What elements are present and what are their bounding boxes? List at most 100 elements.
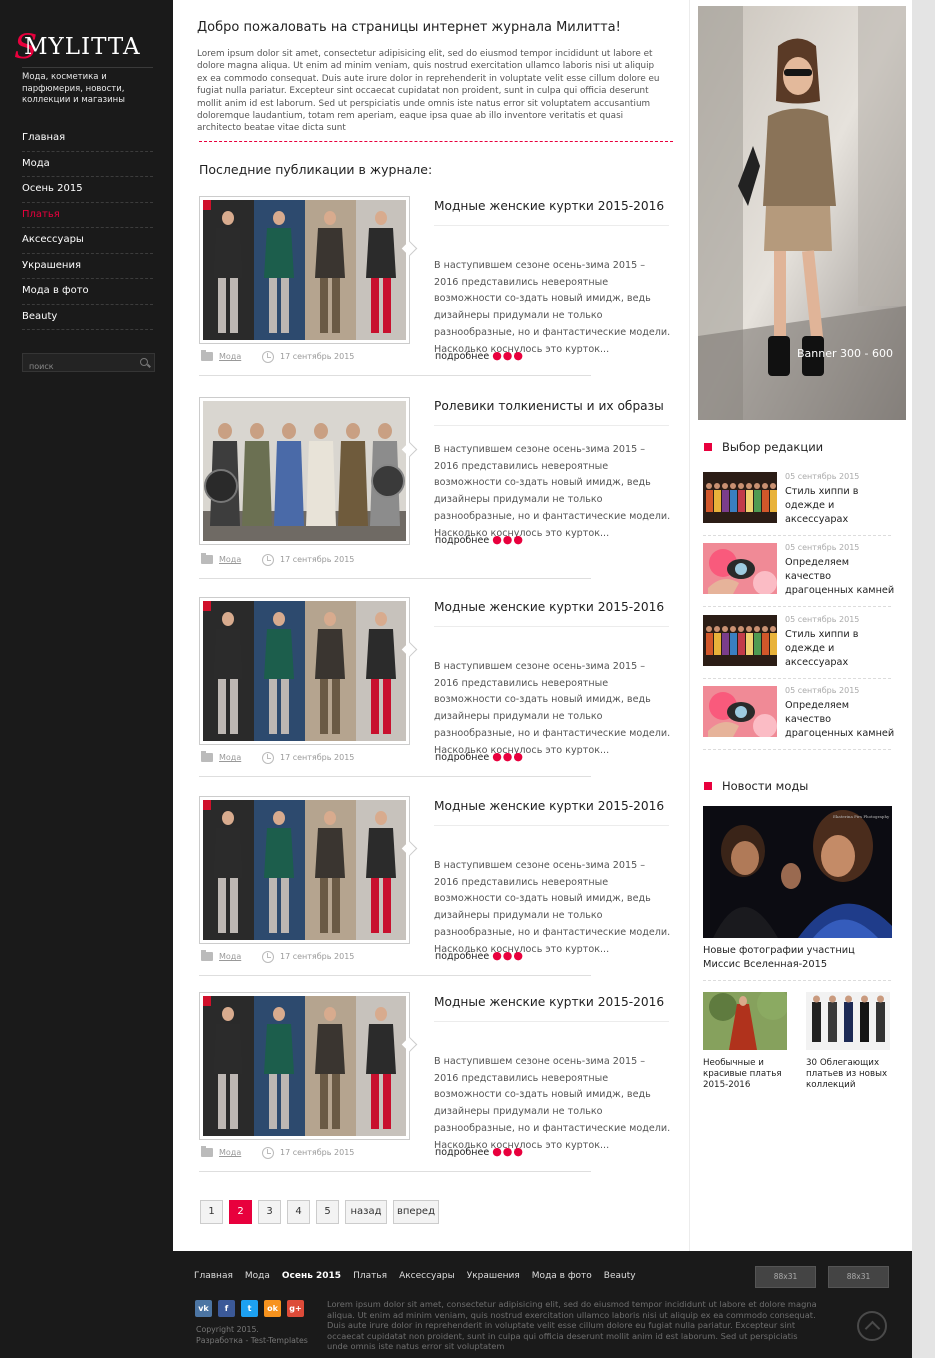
post-category-link[interactable]: Мода [219,1148,241,1157]
footer-link-autumn-2015[interactable]: Осень 2015 [282,1271,341,1281]
fashion-news-small-item[interactable]: 30 Облегающих платьев из новых коллекций [806,992,890,1091]
fashion-news-main-title[interactable]: Новые фотографии участниц Миссис Вселенн… [703,944,892,971]
divider [703,980,891,981]
post-card: Модные женские куртки 2015-2016 В наступ… [199,196,670,376]
post-category-link[interactable]: Мода [219,555,241,564]
post-date: 17 сентябрь 2015 [280,952,355,961]
editors-pick-item[interactable]: 05 сентябрь 2015 Стиль хиппи в одежде и … [703,615,891,679]
post-category-link[interactable]: Мода [219,952,241,961]
read-more-link[interactable]: подробнее ●●● [435,533,524,546]
post-excerpt: В наступившем сезоне осень-зима 2015 – 2… [434,1056,671,1151]
logo-divider [22,67,153,68]
clock-icon [262,1147,274,1159]
copyright: Copyright 2015. Разработка - Test-Templa… [196,1325,308,1346]
post-excerpt: В наступившем сезоне осень-зима 2015 – 2… [434,860,671,955]
developer-credit[interactable]: Разработка - Test-Templates [196,1336,308,1347]
logo[interactable]: S MYLITTA [14,30,159,66]
vk-icon[interactable]: vk [195,1300,212,1317]
counter-badge[interactable]: 88x31 [828,1266,889,1288]
editors-pick-item[interactable]: 05 сентябрь 2015 Определяем качество дра… [703,686,894,750]
page-3-button[interactable]: 3 [258,1200,281,1224]
post-date: 17 сентябрь 2015 [280,1148,355,1157]
post-title[interactable]: Модные женские куртки 2015-2016 [434,597,669,627]
post-thumbnail[interactable] [199,597,410,745]
hippie-crowd-photo [703,472,777,523]
banner-label: Banner 300 - 600 [797,347,893,360]
page-2-button[interactable]: 2 [229,1200,252,1224]
scroll-to-top-icon[interactable] [857,1311,887,1341]
footer-link-home[interactable]: Главная [194,1271,233,1281]
sidebar-item-jewelry[interactable]: Украшения [22,254,153,279]
editors-pick-item[interactable]: 05 сентябрь 2015 Стиль хиппи в одежде и … [703,472,891,536]
pick-title: Определяем качество драгоценных камней [785,700,895,739]
sidebar-item-beauty[interactable]: Beauty [22,305,153,330]
dress-photo [703,992,787,1050]
post-title[interactable]: Ролевики толкиенисты и их образы [434,396,669,426]
counter-badge[interactable]: 88x31 [755,1266,816,1288]
page-5-button[interactable]: 5 [316,1200,339,1224]
sidebar: S MYLITTA Мода, косметика и парфюмерия, … [0,0,173,1358]
post-meta: Мода 17 сентябрь 2015 [199,950,591,976]
post-thumbnail[interactable] [199,796,410,944]
post-meta: Мода 17 сентябрь 2015 [199,350,591,376]
folder-icon [201,350,213,361]
post-category-link[interactable]: Мода [219,352,241,361]
footer-link-fashion[interactable]: Мода [245,1271,270,1281]
post-thumbnail[interactable] [199,196,410,344]
page-4-button[interactable]: 4 [287,1200,310,1224]
divider [199,141,673,142]
page-1-button[interactable]: 1 [200,1200,223,1224]
google-plus-icon[interactable]: g+ [287,1300,304,1317]
post-title[interactable]: Модные женские куртки 2015-2016 [434,796,669,826]
pick-title: Стиль хиппи в одежде и аксессуарах [785,629,859,668]
pick-title: Стиль хиппи в одежде и аксессуарах [785,486,859,525]
sidebar-item-home[interactable]: Главная [22,126,153,152]
post-meta: Мода 17 сентябрь 2015 [199,751,591,777]
sidebar-item-accessories[interactable]: Аксессуары [22,228,153,254]
post-title[interactable]: Модные женские куртки 2015-2016 [434,992,669,1022]
clock-icon [262,752,274,764]
sidebar-item-dresses[interactable]: Платья [22,203,153,228]
footer-link-fashion-photo[interactable]: Мода в фото [532,1271,592,1281]
banner[interactable]: Banner 300 - 600 [698,6,906,420]
hippie-crowd-photo [703,615,777,666]
post-date: 17 сентябрь 2015 [280,352,355,361]
square-bullet-icon [704,782,712,790]
main-content: Добро пожаловать на страницы интернет жу… [173,0,689,1251]
footer-link-beauty[interactable]: Beauty [604,1271,636,1281]
sidebar-item-fashion-photo[interactable]: Мода в фото [22,279,153,305]
pageant-photo: Ekaterina Pirs Photography [703,806,892,938]
editors-pick-item[interactable]: 05 сентябрь 2015 Определяем качество дра… [703,543,894,607]
footer-text: Lorem ipsum dolor sit amet, consectetur … [327,1299,817,1352]
fashion-news-main-image[interactable]: Ekaterina Pirs Photography [703,806,892,938]
footer-link-accessories[interactable]: Аксессуары [399,1271,455,1281]
odnoklassniki-icon[interactable]: ok [264,1300,281,1317]
gem-inspection-photo [703,543,777,594]
pick-date: 05 сентябрь 2015 [785,543,860,552]
fashion-news-small-item[interactable]: Необычные и красивые платья 2015-2016 [703,992,787,1091]
sidebar-item-fashion[interactable]: Мода [22,152,153,177]
folder-icon [201,751,213,762]
pick-title: Определяем качество драгоценных камней [785,557,895,596]
logo-text: MYLITTA [24,34,141,60]
post-title[interactable]: Модные женские куртки 2015-2016 [434,196,669,226]
search-input[interactable] [23,358,133,375]
prev-page-button[interactable]: назад [345,1200,387,1224]
post-card: Модные женские куртки 2015-2016 В наступ… [199,597,671,777]
twitter-icon[interactable]: t [241,1300,258,1317]
next-page-button[interactable]: вперед [393,1200,439,1224]
editors-pick-label: Выбор редакции [722,440,824,454]
post-thumbnail[interactable] [199,992,410,1140]
footer-link-dresses[interactable]: Платья [353,1271,387,1281]
right-sidebar: Banner 300 - 600 Выбор редакции 05 сентя… [689,0,912,1251]
editors-pick-title: Выбор редакции [704,440,823,454]
sidebar-item-autumn-2015[interactable]: Осень 2015 [22,177,153,203]
footer-link-jewelry[interactable]: Украшения [467,1271,520,1281]
post-category-link[interactable]: Мода [219,753,241,762]
runway-photo [203,800,406,940]
post-meta: Мода 17 сентябрь 2015 [199,1146,591,1172]
post-thumbnail[interactable] [199,397,410,545]
facebook-icon[interactable]: f [218,1300,235,1317]
post-excerpt: В наступившем сезоне осень-зима 2015 – 2… [434,661,671,756]
search-icon[interactable] [140,358,148,366]
